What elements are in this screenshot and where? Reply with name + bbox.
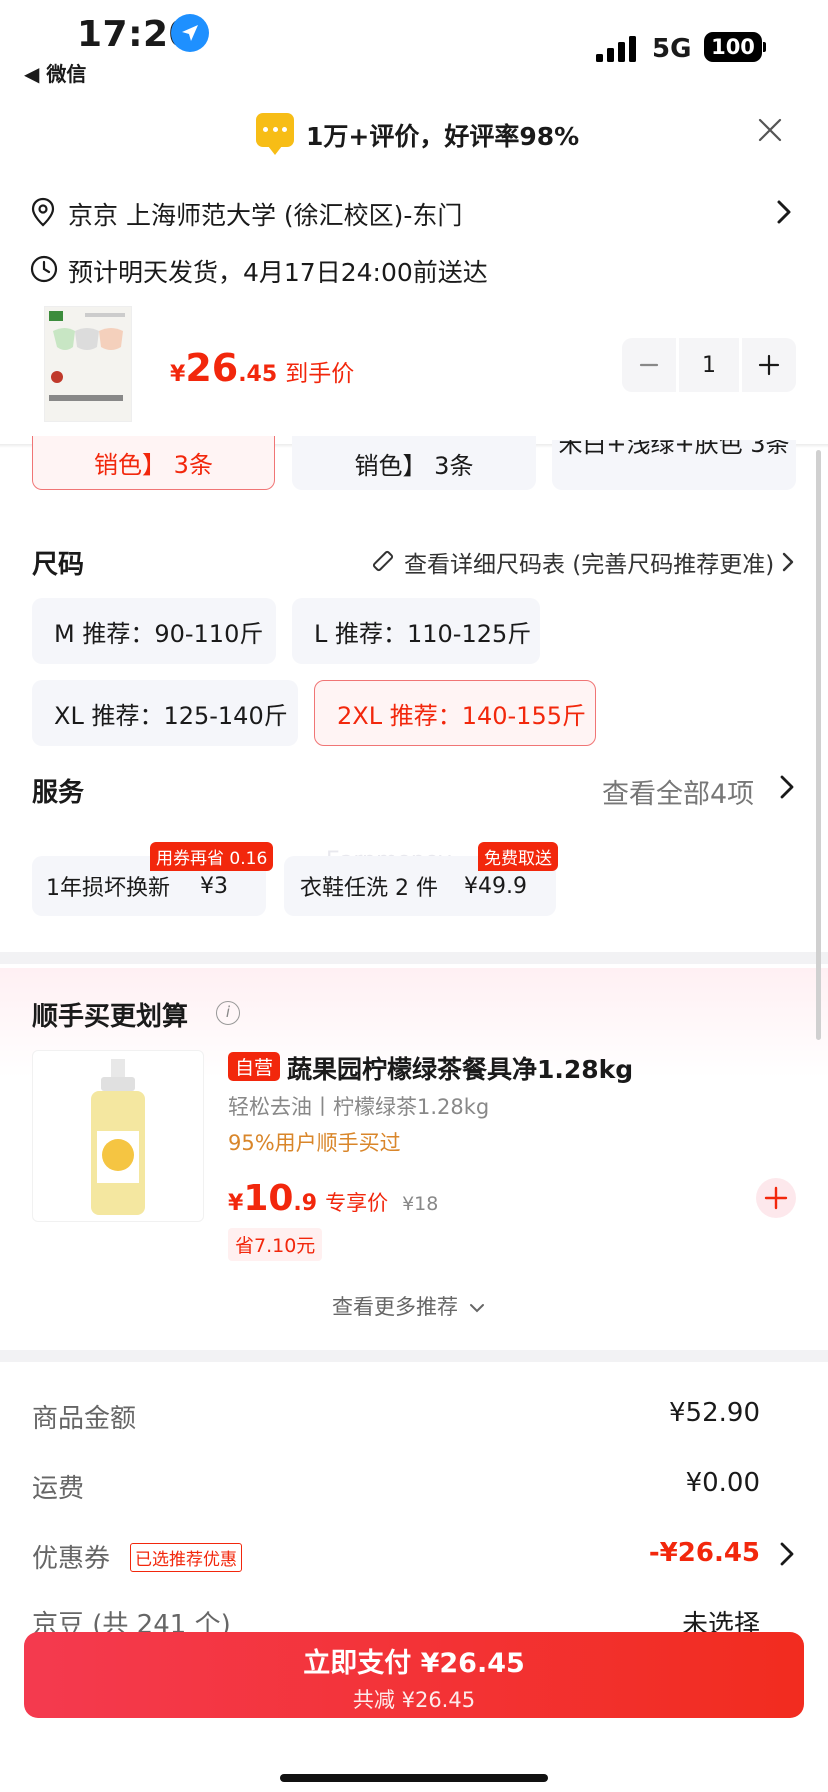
address-chevron-right-icon[interactable] — [776, 199, 792, 225]
coupon-label[interactable]: 优惠券 — [32, 1538, 110, 1575]
increase-quantity-button[interactable] — [742, 338, 796, 392]
size-option-2xl-selected[interactable]: 2XL 推荐：140-155斤 — [314, 680, 596, 746]
recommend-product-name[interactable]: 蔬果园柠檬绿茶餐具净1.28kg — [287, 1050, 633, 1086]
section-separator — [0, 952, 828, 964]
recommend-product-subtitle: 轻松去油丨柠檬绿茶1.28kg — [228, 1095, 490, 1119]
service-chevron-icon[interactable] — [780, 775, 794, 799]
product-thumbnail[interactable] — [44, 306, 132, 422]
recommend-product-image[interactable] — [32, 1050, 204, 1222]
quantity-value[interactable]: 1 — [679, 338, 739, 392]
product-price: ¥26.45 到手价 — [170, 346, 355, 390]
battery-tip — [763, 42, 766, 52]
section-separator — [0, 1350, 828, 1362]
recommend-price: ¥10.9 专享价 ¥18 — [228, 1178, 439, 1219]
clock-icon — [30, 255, 58, 283]
coupon-value[interactable]: -¥26.45 — [649, 1538, 760, 1568]
service-name: 衣鞋任洗 2 件 — [300, 876, 438, 901]
size-option-xl[interactable]: XL 推荐：125-140斤 — [32, 680, 298, 746]
view-more-recommend-link[interactable]: 查看更多推荐 — [332, 1291, 485, 1321]
close-icon[interactable] — [758, 118, 782, 142]
goods-amount-label: 商品金额 — [32, 1404, 137, 1434]
service-price: ¥3 — [200, 873, 228, 899]
size-section-title: 尺码 — [32, 550, 85, 580]
coupon-chevron-icon[interactable] — [780, 1542, 794, 1566]
decrease-quantity-button[interactable] — [622, 338, 676, 392]
coupon-recommended-tag: 已选推荐优惠 — [130, 1543, 242, 1572]
pay-discount-label: 共减 ¥26.45 — [352, 1688, 476, 1712]
scrollbar[interactable] — [816, 450, 821, 1040]
goods-amount-value: ¥52.90 — [669, 1398, 760, 1428]
service-section-title: 服务 — [32, 778, 85, 808]
service-badge: 用券再省 0.16 — [150, 842, 274, 871]
pay-now-label: 立即支付 ¥26.45 — [303, 1648, 525, 1679]
color-option[interactable]: 米白+浅绿+肤色 3条 — [552, 440, 796, 490]
home-indicator — [280, 1774, 548, 1782]
pay-now-button[interactable]: 立即支付 ¥26.45 共减 ¥26.45 — [24, 1632, 804, 1718]
recommend-bought-rate: 95%用户顺手买过 — [228, 1131, 401, 1155]
ruler-icon — [370, 548, 396, 574]
size-chart-chevron-icon[interactable] — [782, 552, 794, 572]
self-operated-tag: 自营 — [228, 1052, 281, 1081]
location-pin-icon — [30, 197, 56, 227]
location-arrow-icon — [171, 14, 209, 52]
add-recommend-button[interactable] — [756, 1178, 796, 1218]
recommend-save-badge: 省7.10元 — [228, 1228, 323, 1261]
size-chart-link[interactable]: 查看详细尺码表 (完善尺码推荐更准) — [404, 545, 774, 579]
recommend-title: 顺手买更划算 — [32, 1002, 189, 1032]
signal-icon — [596, 36, 640, 64]
shipping-label: 运费 — [32, 1474, 85, 1504]
service-name: 1年损坏换新 — [46, 876, 170, 901]
size-option-l[interactable]: L 推荐：110-125斤 — [292, 598, 540, 664]
color-option[interactable]: 销色】 3条 — [292, 436, 536, 490]
info-icon[interactable]: i — [216, 1001, 240, 1025]
delivery-address[interactable]: 京京 上海师范大学 (徐汇校区)-东门 — [68, 196, 462, 232]
service-badge: 免费取送 — [478, 842, 558, 871]
service-price: ¥49.9 — [463, 873, 527, 899]
review-summary[interactable]: 1万+评价，好评率98% — [306, 117, 579, 153]
size-option-m[interactable]: M 推荐：90-110斤 — [32, 598, 276, 664]
back-to-wechat-link[interactable]: ◀ 微信 — [24, 58, 86, 87]
quantity-stepper: 1 — [622, 338, 796, 392]
service-view-all-link[interactable]: 查看全部4项 — [602, 772, 754, 811]
delivery-estimate: 预计明天发货，4月17日24:00前送达 — [68, 258, 488, 287]
battery-icon: 100 — [704, 32, 762, 62]
network-type: 5G — [652, 34, 692, 64]
color-option[interactable]: 销色】 3条 — [32, 436, 275, 490]
shipping-value: ¥0.00 — [685, 1468, 760, 1498]
review-bubble-icon — [256, 113, 294, 155]
